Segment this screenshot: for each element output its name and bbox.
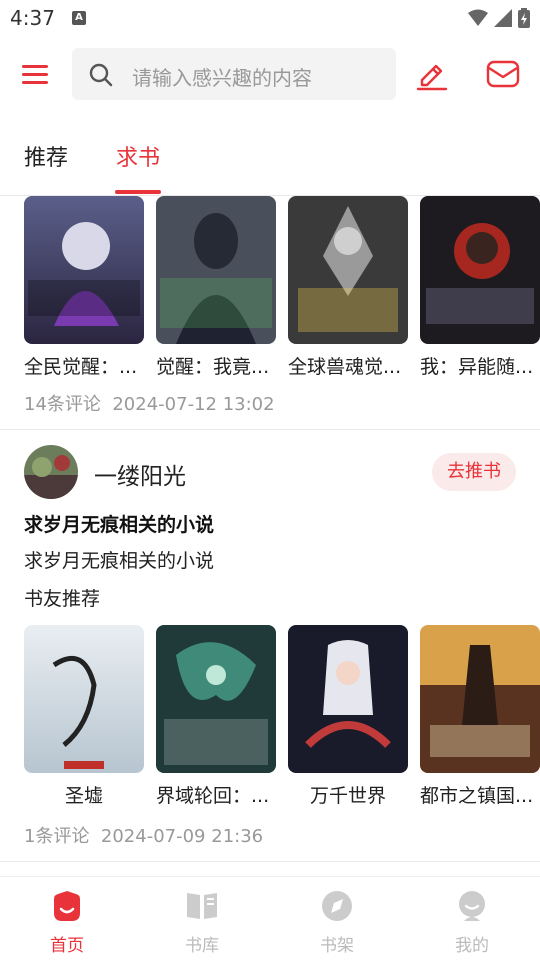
post-title: 求岁月无痕相关的小说 [24,514,215,536]
book-title: 万千世界 [309,785,386,807]
divider [0,429,540,430]
status-time: 4:37 [10,6,55,30]
post-time: 2024-07-12 13:02 [112,394,275,415]
post-meta: 14条评论 2024-07-12 13:02 [24,390,275,416]
book-cover [24,625,144,773]
nav-bookshelf[interactable]: 书架 [297,889,377,956]
comment-count: 1条评论 [24,826,90,847]
book-card[interactable]: 都市之镇国... [420,625,540,808]
book-title: 圣墟 [64,785,103,807]
post-subtitle: 书友推荐 [24,588,101,610]
post-time: 2024-07-09 21:36 [100,826,264,847]
active-tab-indicator [115,190,161,194]
divider [0,861,540,862]
search-input[interactable]: 请输入感兴趣的内容 [72,48,396,100]
book-cover [420,625,540,773]
nav-library[interactable]: 书库 [162,889,242,956]
library-icon [187,893,217,919]
book-card[interactable]: 全球兽魂觉... [288,196,408,379]
wifi-icon [468,9,488,26]
nav-home[interactable]: 首页 [27,889,107,956]
post-body: 求岁月无痕相关的小说 [24,550,215,572]
signal-icon [494,9,512,27]
tab-bar: 推荐 求书 [0,128,540,196]
status-bar: 4:37 A [0,0,540,36]
book-cover [24,196,144,344]
post-meta: 1条评论 2024-07-09 21:36 [24,822,263,848]
book-title: 都市之镇国... [420,785,534,807]
book-title: 全球兽魂觉... [288,356,402,378]
book-cover [288,625,408,773]
status-icons [468,8,530,28]
bookshelf-icon [322,891,352,921]
book-cover [288,196,408,344]
book-cover [420,196,540,344]
edit-button[interactable] [414,56,450,92]
book-cover [156,196,276,344]
nav-label: 书库 [185,936,219,956]
nav-label: 首页 [50,936,84,956]
nav-profile[interactable]: 我的 [432,889,512,956]
mail-icon [486,60,520,88]
top-app-bar: 请输入感兴趣的内容 [0,46,540,106]
book-card[interactable]: 圣墟 [24,625,144,808]
nav-label: 书架 [320,936,354,956]
post-username[interactable]: 一缕阳光 [94,457,186,491]
recommend-book-button[interactable]: 去推书 [432,453,516,491]
bottom-navigation: 首页 书库 书架 我的 [0,876,540,960]
book-card[interactable]: 界域轮回：... [156,625,276,808]
feed-list[interactable]: 全民觉醒：... 觉醒：我竟... 全球兽魂觉... 我：异能随... 14条评… [0,196,540,876]
message-button[interactable] [484,56,522,92]
home-icon [54,891,80,921]
book-title: 界域轮回：... [156,785,270,807]
tab-recommend[interactable]: 推荐 [24,140,68,172]
book-title: 全民觉醒：... [24,356,138,378]
notification-icon: A [72,11,86,25]
avatar[interactable] [24,445,78,499]
book-cover [156,625,276,773]
nav-label: 我的 [455,936,489,956]
menu-button[interactable] [22,60,50,90]
book-title: 觉醒：我竟... [156,356,270,378]
hamburger-icon [22,65,48,84]
search-placeholder: 请输入感兴趣的内容 [132,66,312,90]
battery-icon [518,8,530,28]
book-card[interactable]: 万千世界 [288,625,408,808]
book-card[interactable]: 觉醒：我竟... [156,196,276,379]
profile-icon [459,891,485,921]
comment-count: 14条评论 [24,394,101,415]
tab-request-book[interactable]: 求书 [116,140,160,172]
pencil-icon [416,64,448,91]
book-card[interactable]: 全民觉醒：... [24,196,144,379]
book-card[interactable]: 我：异能随... [420,196,540,379]
book-title: 我：异能随... [420,356,534,378]
search-icon [89,63,113,87]
